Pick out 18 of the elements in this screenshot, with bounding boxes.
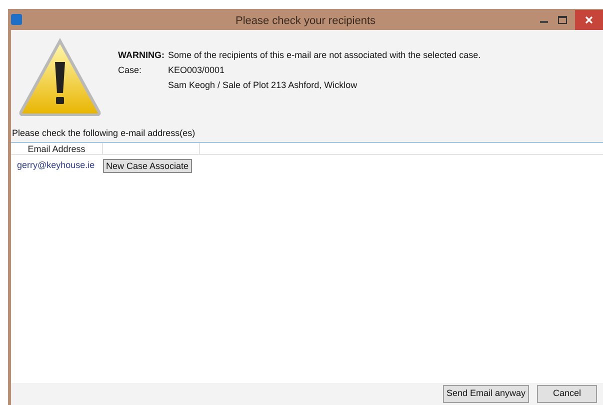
app-icon bbox=[11, 14, 22, 25]
close-button[interactable] bbox=[575, 10, 603, 30]
new-case-associate-button[interactable]: New Case Associate bbox=[103, 159, 192, 173]
table-cell-text: gerry@keyhouse.ie bbox=[16, 159, 96, 172]
column-header: Email Address bbox=[11, 143, 103, 154]
case-number: KEO003/0001 bbox=[168, 64, 226, 77]
warning-message: Some of the recipients of this e-mail are not associated with the selected case. bbox=[168, 49, 481, 62]
minimize-icon[interactable] bbox=[540, 21, 548, 24]
case-description: Sam Keogh / Sale of Plot 213 Ashford, Wicklow bbox=[168, 79, 358, 92]
window-title: Please check your recipients bbox=[235, 15, 376, 27]
warning-label: WARNING: bbox=[118, 49, 166, 62]
instruction-text: Please check the following e-mail address(es) bbox=[11, 127, 196, 140]
dialog-button[interactable]: Send Email anyway bbox=[443, 385, 529, 403]
warning-icon bbox=[18, 38, 102, 116]
close-icon bbox=[585, 16, 593, 24]
maximize-icon[interactable] bbox=[558, 16, 567, 24]
case-label: Case: bbox=[118, 64, 143, 77]
dialog-button[interactable]: Cancel bbox=[537, 385, 597, 403]
